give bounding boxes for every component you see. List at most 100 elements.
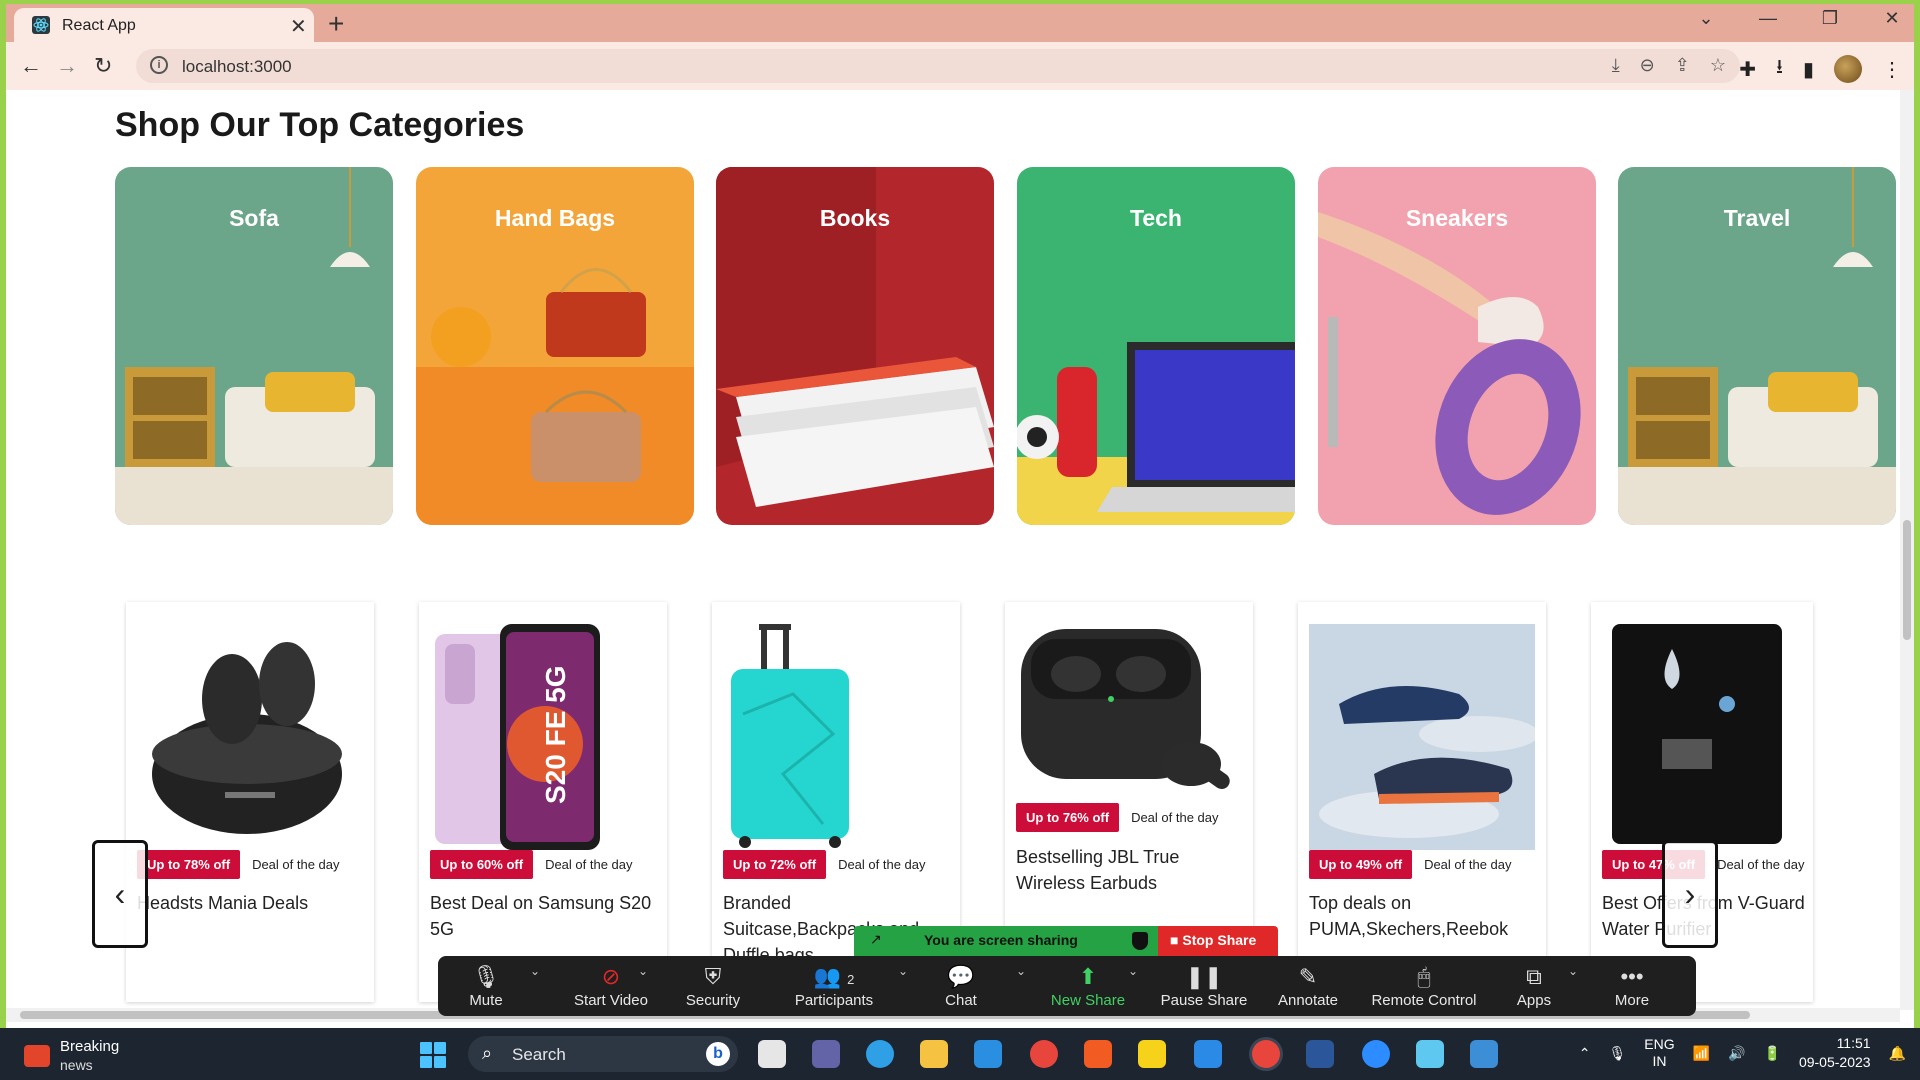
taskbar-search[interactable]: ⌕ Search b [468, 1036, 738, 1072]
carousel-prev-button[interactable]: ‹ [92, 840, 148, 948]
deal-title[interactable]: Bestselling JBL True Wireless Earbuds [1016, 844, 1248, 896]
vscode-icon[interactable] [1194, 1040, 1222, 1068]
react-favicon-icon [32, 16, 50, 34]
mouse-icon: 🖱 [1417, 964, 1431, 989]
remote-control-button[interactable]: 🖱 Remote Control [1362, 956, 1486, 1016]
teams-icon[interactable] [812, 1040, 840, 1068]
more-button[interactable]: ••• More [1602, 956, 1662, 1016]
address-bar[interactable]: i localhost:3000 ⤓ ⊖ ⇪ ☆ [136, 49, 1740, 83]
paint-icon[interactable] [1470, 1040, 1498, 1068]
deal-card[interactable]: Up to 49% off Deal of the day Top deals … [1298, 602, 1546, 1002]
chevron-down-icon[interactable]: ⌄ [898, 964, 908, 978]
chevron-down-icon[interactable]: ⌄ [1568, 964, 1578, 978]
category-card-travel[interactable]: Travel [1618, 167, 1896, 525]
windows-start-icon[interactable] [420, 1042, 446, 1068]
category-card-hand-bags[interactable]: Hand Bags [416, 167, 694, 525]
tab-close-icon[interactable]: ✕ [290, 14, 307, 39]
clock[interactable]: 11:51 09-05-2023 [1799, 1034, 1871, 1072]
tab-bar: React App ✕ + ⌄ — ❐ ✕ [6, 4, 1914, 42]
category-label: Tech [1130, 205, 1182, 231]
category-card-sneakers[interactable]: Sneakers [1318, 167, 1596, 525]
share-icon[interactable]: ⇪ [1675, 55, 1690, 76]
zoom-icon[interactable]: ⊖ [1640, 55, 1655, 76]
sharing-arrow-icon: ↗ [870, 931, 882, 947]
lang-bottom: IN [1652, 1053, 1667, 1069]
participants-button[interactable]: 👥 2 Participants [778, 956, 890, 1016]
mute-button[interactable]: 🎙 Mute [446, 956, 526, 1016]
chevron-down-icon[interactable]: ⌄ [1128, 964, 1138, 978]
browser-tab[interactable]: React App ✕ [14, 8, 314, 42]
chevron-down-icon[interactable]: ⌄ [638, 964, 648, 978]
brave-icon[interactable] [1084, 1040, 1112, 1068]
pause-share-button[interactable]: ❚❚ Pause Share [1156, 956, 1252, 1016]
bookmark-star-icon[interactable]: ☆ [1710, 55, 1726, 76]
category-card-tech[interactable]: Tech [1017, 167, 1295, 525]
tab-search-icon[interactable]: ⌄ [1694, 8, 1718, 29]
chevron-up-icon[interactable]: ⌃ [1579, 1045, 1591, 1062]
minimize-icon[interactable]: — [1756, 8, 1780, 29]
category-card-books[interactable]: Books [716, 167, 994, 525]
extensions-icon[interactable]: ✚ [1739, 57, 1756, 82]
close-window-icon[interactable]: ✕ [1880, 8, 1904, 29]
reload-icon[interactable]: ↻ [94, 53, 112, 79]
edge-icon[interactable] [866, 1040, 894, 1068]
zoom-app-icon[interactable] [1362, 1040, 1390, 1068]
deal-card[interactable]: Up to 78% off Deal of the day Headsts Ma… [126, 602, 374, 1002]
start-video-button[interactable]: ⊘ Start Video [556, 956, 666, 1016]
side-panel-icon[interactable]: ▮ [1803, 57, 1814, 82]
apps-icon: ⧉ [1526, 964, 1542, 989]
mail-icon[interactable] [974, 1040, 1002, 1068]
apps-button[interactable]: ⧉ Apps [1506, 956, 1562, 1016]
carousel-next-button[interactable]: › [1662, 840, 1718, 948]
stop-share-button[interactable]: ■ Stop Share [1158, 926, 1278, 956]
profile-avatar[interactable] [1834, 55, 1862, 83]
chrome-icon[interactable] [1030, 1040, 1058, 1068]
chevron-down-icon[interactable]: ⌄ [530, 964, 540, 978]
svg-text:S20 FE 5G: S20 FE 5G [540, 665, 571, 804]
stop-share-label: Stop Share [1182, 932, 1257, 948]
bing-icon[interactable]: b [706, 1042, 730, 1066]
site-info-icon[interactable]: i [150, 56, 168, 74]
volume-icon[interactable]: 🔊 [1728, 1045, 1745, 1062]
zoom-meeting-toolbar: 🎙 Mute ⌄ ⊘ Start Video ⌄ ⛨ Security 👥 2 Part… [438, 956, 1696, 1016]
new-tab-icon[interactable]: + [328, 8, 344, 40]
menu-dots-icon[interactable]: ⋮ [1882, 57, 1902, 82]
language-indicator[interactable]: ENG IN [1644, 1036, 1674, 1070]
discount-badge: Up to 78% off [137, 850, 241, 879]
phone-image: S20 FE 5G [435, 624, 600, 850]
file-explorer-icon[interactable] [920, 1040, 948, 1068]
security-button[interactable]: ⛨ Security [670, 956, 756, 1016]
url-text[interactable]: localhost:3000 [182, 57, 292, 77]
wifi-icon[interactable]: 📶 [1693, 1045, 1710, 1062]
battery-icon[interactable]: 🔋 [1764, 1045, 1781, 1062]
sticky-notes-icon[interactable] [1138, 1040, 1166, 1068]
deal-title[interactable]: Top deals on PUMA,Skechers,Reebok [1309, 890, 1541, 942]
chrome-active-icon[interactable] [1252, 1040, 1280, 1068]
chevron-down-icon[interactable]: ⌄ [1016, 964, 1026, 978]
word-icon[interactable] [1306, 1040, 1334, 1068]
deal-card[interactable]: S20 FE 5G Up to 60% off Deal of the day … [419, 602, 667, 1002]
task-view-icon[interactable] [758, 1040, 786, 1068]
forward-icon[interactable]: → [56, 53, 78, 79]
more-icon: ••• [1620, 964, 1644, 989]
category-card-sofa[interactable]: Sofa [115, 167, 393, 525]
participants-count: 2 [847, 972, 855, 987]
notifications-icon[interactable]: 🔔 [1889, 1045, 1906, 1062]
restore-icon[interactable]: ❐ [1818, 8, 1842, 29]
downloads-icon[interactable]: ⭳ [1776, 52, 1783, 86]
screen-sharing-banner[interactable]: ↗ You are screen sharing [854, 926, 1162, 956]
annotate-button[interactable]: ✎ Annotate [1270, 956, 1346, 1016]
new-share-button[interactable]: ⬆ New Share [1038, 956, 1138, 1016]
back-icon[interactable]: ← [20, 53, 42, 79]
category-label: Books [819, 205, 891, 231]
notepad-icon[interactable] [1416, 1040, 1444, 1068]
news-widget[interactable]: Breaking news [24, 1038, 119, 1074]
search-icon: ⌕ [482, 1043, 493, 1063]
deal-title[interactable]: Best Deal on Samsung S20 5G [430, 890, 662, 942]
deal-title[interactable]: Headsts Mania Deals [137, 890, 369, 916]
windows-taskbar: Breaking news ⌕ Search b ⌃ 🎙 ENG IN 📶 🔊 … [0, 1028, 1920, 1080]
microphone-icon[interactable]: 🎙 [1609, 1045, 1627, 1062]
vertical-scrollbar[interactable] [1900, 90, 1914, 1010]
install-icon[interactable]: ⤓ [1612, 55, 1620, 76]
chat-button[interactable]: 💬 Chat [926, 956, 996, 1016]
